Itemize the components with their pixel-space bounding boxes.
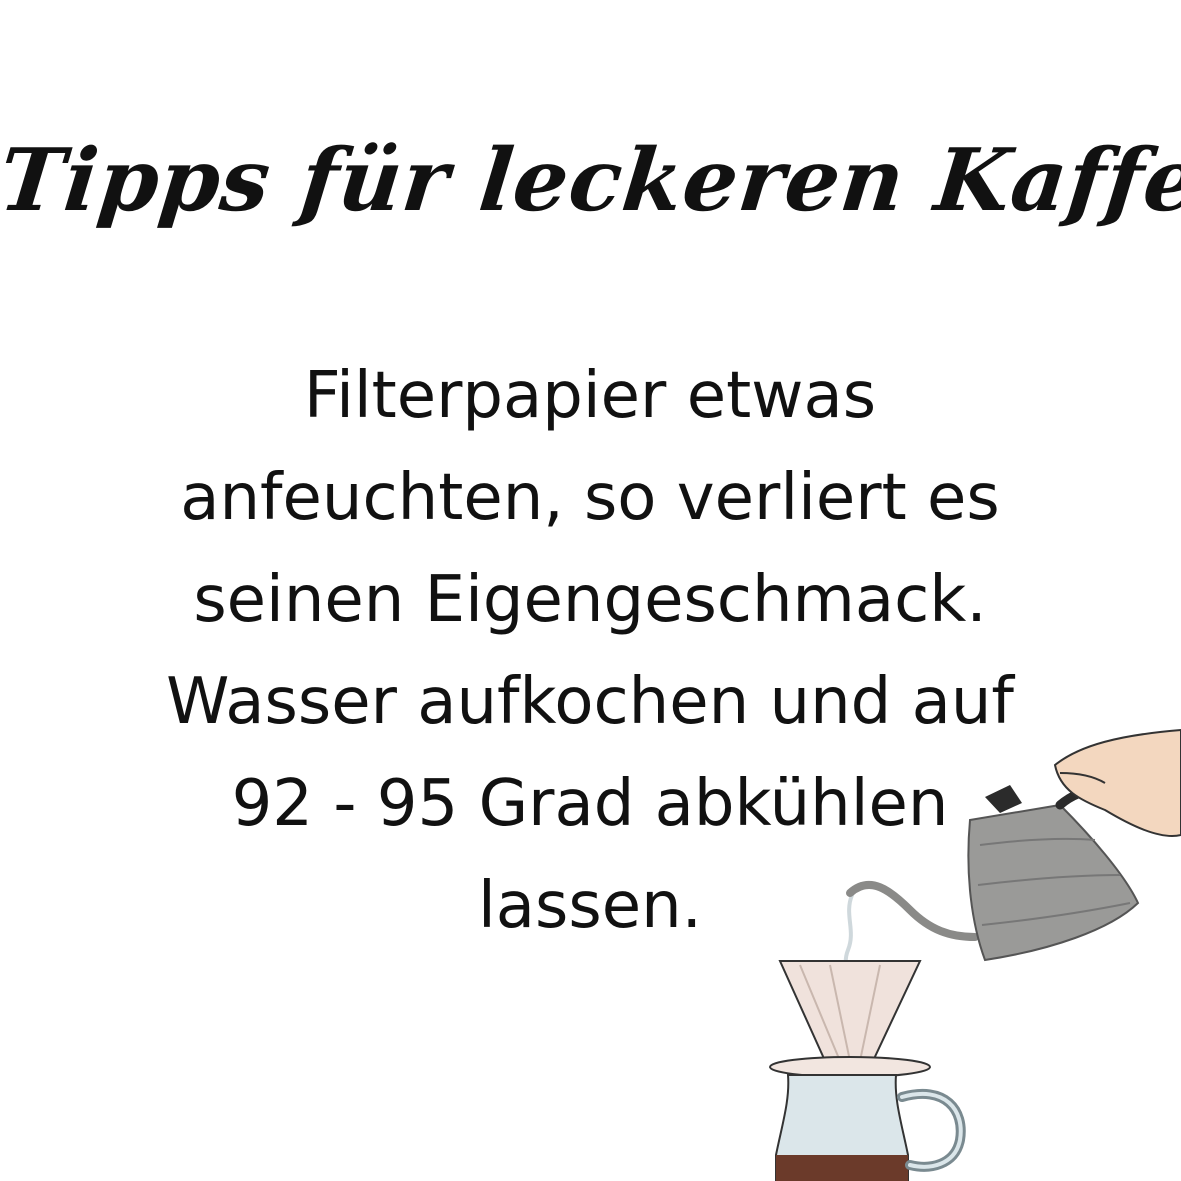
kettle-knob: [985, 785, 1022, 813]
tip-line: Filterpapier etwas: [303, 359, 877, 433]
kettle-spout: [846, 880, 979, 941]
tip-line: anfeuchten, so verliert es: [180, 461, 1000, 535]
post-canvas: Tipps für leckeren Kaffee Filterpapier e…: [0, 0, 1181, 1181]
coffee-liquid: [776, 1155, 908, 1181]
filter-cone: [778, 960, 922, 1064]
tip-line: seinen Eigengeschmack.: [193, 563, 987, 637]
page-title: Tipps für leckeren Kaffee: [0, 130, 1181, 231]
pour-over-coffee-icon: [769, 728, 1181, 1181]
